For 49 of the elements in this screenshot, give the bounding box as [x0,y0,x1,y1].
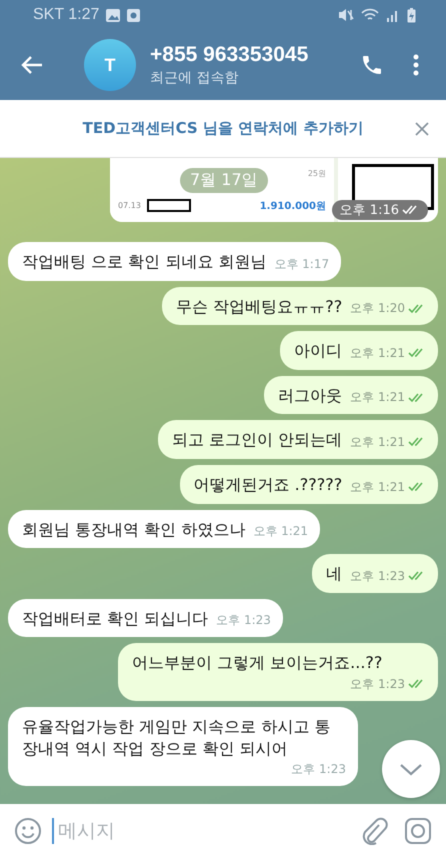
message-time: 오후 1:21 [253,523,308,540]
screenshot-text: 1.910.000원 [260,200,326,212]
image-message[interactable]: 25원 07.13 1.910.000원 7월 17일 오후 1:16 [110,158,438,222]
message-time: 오후 1:16 [332,200,428,220]
screenshot-text: 07.13 [118,201,141,210]
screenshot-text: 25원 [308,168,326,178]
avatar[interactable]: T [84,39,136,91]
redaction-box [146,199,191,212]
message-text: 작업배팅 으로 확인 되네요 회원님 [22,251,266,273]
message-time: 오후 1:21 [350,478,405,496]
image-icon [106,8,120,22]
message-text: 러그아웃 [278,384,342,406]
signal-icon [386,8,400,22]
message-time: 오후 1:20 [350,300,405,318]
message-text: 무슨 작업베팅요ㅠㅠ?? [176,296,342,318]
message-time: 오후 1:23 [216,612,271,630]
message-text: 네 [326,563,342,585]
smiley-icon [14,817,42,845]
phone-icon [360,53,384,77]
mute-icon [338,8,354,22]
message-time: 오후 1:21 [350,389,405,406]
carrier-time: SKT 1:27 [33,6,100,24]
message-time: 오후 1:17 [274,256,330,273]
camera-icon [404,817,432,845]
last-seen-status: 최근에 접속함 [150,69,238,87]
message-text: 되고 로그인이 안되는데 [172,429,342,451]
close-icon [415,122,429,136]
message-time: 오후 1:21 [350,434,405,451]
message-text: 작업배터로 확인 되십니다 [22,608,208,630]
more-icon [413,54,419,76]
message-text: 어느부분이 그렇게 보이는거죠...?? [132,652,382,674]
message-time: 오후 1:23 [350,676,405,693]
add-contact-link[interactable]: TED고객센터CS 님을 연락처에 추가하기 [0,119,398,138]
message-time: 오후 1:23 [350,568,405,585]
message-text: 유율작업가능한 게임만 지속으로 하시고 통장내역 역시 작업 장으로 확인 되시어 [22,716,332,760]
scroll-down-button[interactable] [382,740,440,798]
message-text: 회원님 통장내역 확인 하였으나 [22,518,246,540]
record-icon [127,8,140,22]
paperclip-icon [362,817,388,845]
back-arrow-icon [21,55,43,75]
chat-title: +855 963353045 [150,43,308,67]
wifi-icon [361,8,379,22]
date-pill: 7월 17일 [180,168,268,193]
message-text: 아이디 [294,340,342,362]
message-time: 오후 1:23 [291,761,346,778]
message-text: 어떻게된거죠 .????? [194,474,342,496]
battery-icon [407,8,416,22]
message-time: 오후 1:21 [350,344,405,362]
chevron-down-icon [399,762,423,776]
